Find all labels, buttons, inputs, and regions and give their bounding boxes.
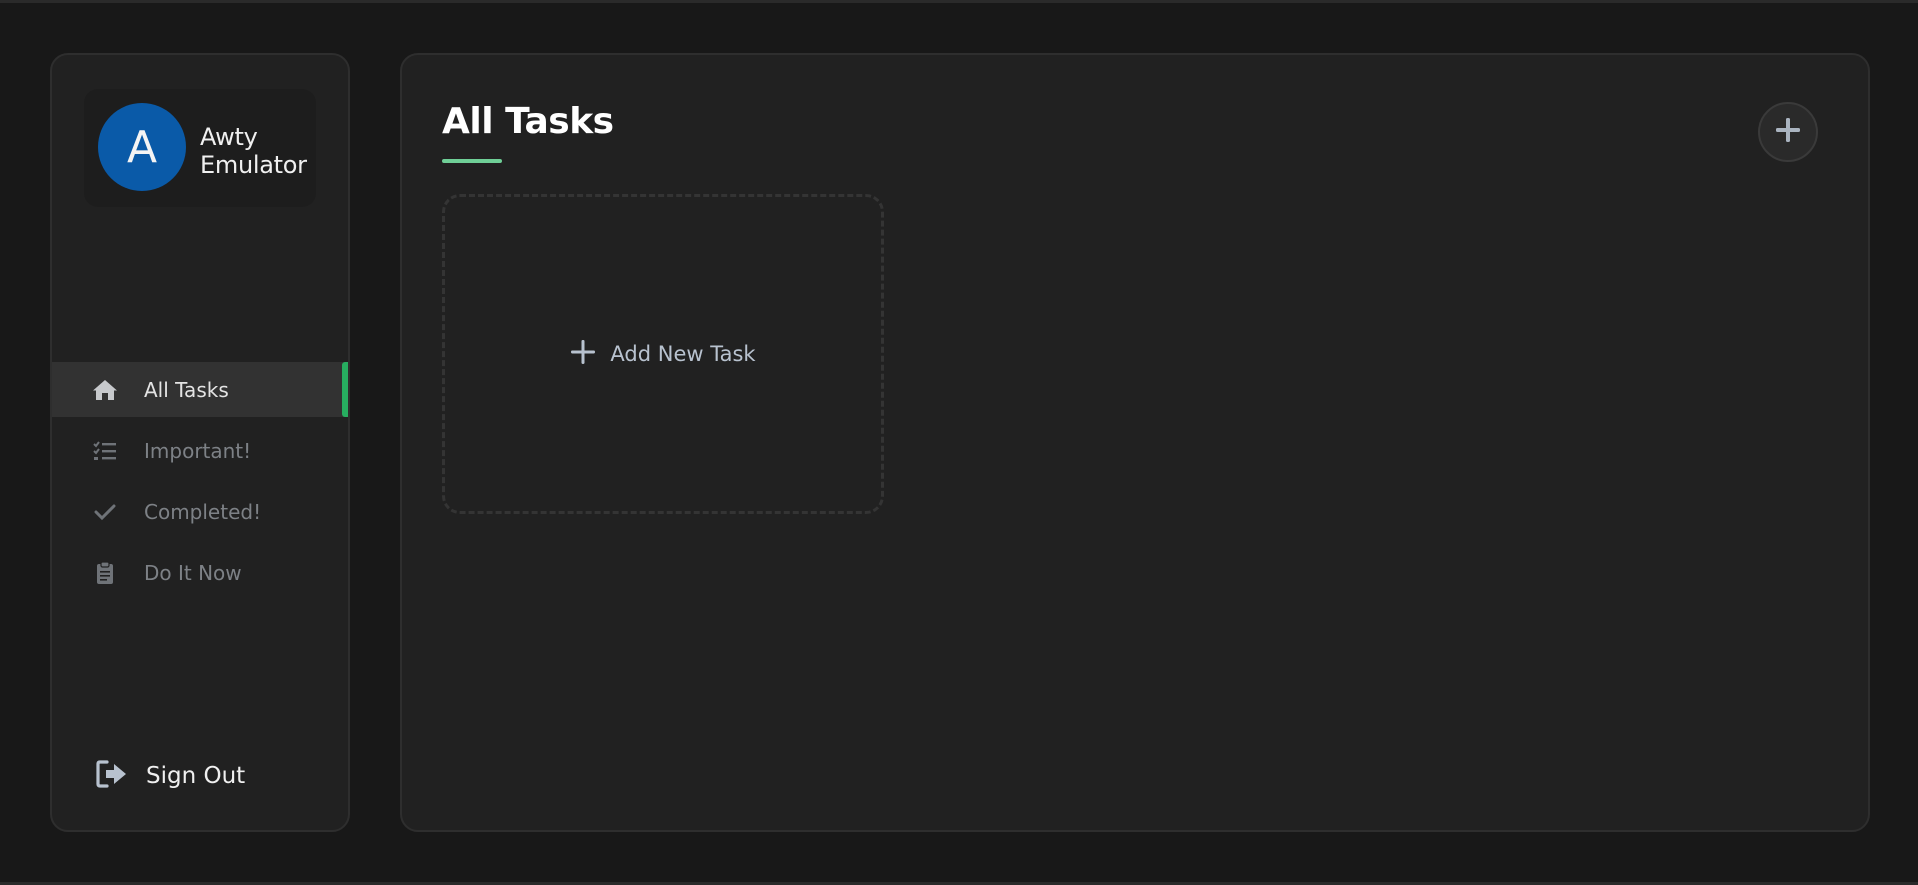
avatar: A (98, 103, 186, 191)
top-border (0, 0, 1918, 3)
sidebar-item-label: All Tasks (144, 377, 229, 402)
user-name-line1: Awty (200, 123, 258, 151)
add-new-task-label: Add New Task (610, 342, 756, 366)
add-new-task-card[interactable]: Add New Task (442, 194, 884, 514)
sidebar-item-label: Completed! (144, 499, 262, 524)
sidebar-item-label: Important! (144, 438, 252, 463)
sidebar-item-important[interactable]: Important! (52, 423, 348, 478)
plus-icon (570, 339, 596, 369)
plus-icon (1774, 116, 1802, 148)
title-underline (442, 159, 502, 163)
sign-out-label: Sign Out (146, 763, 246, 789)
sidebar-item-label: Do It Now (144, 560, 242, 585)
sidebar-item-completed[interactable]: Completed! (52, 484, 348, 539)
sidebar-item-do-it-now[interactable]: Do It Now (52, 545, 348, 600)
check-icon (92, 499, 118, 525)
sidebar: A Awty Emulator All Tasks Important! Com… (50, 53, 350, 832)
user-profile[interactable]: A Awty Emulator (84, 89, 316, 207)
add-task-button[interactable] (1758, 102, 1818, 162)
home-icon (92, 377, 118, 403)
sign-out-button[interactable]: Sign Out (96, 759, 245, 793)
sidebar-nav: All Tasks Important! Completed! Do It No… (52, 362, 348, 606)
checklist-icon (92, 438, 118, 464)
user-name-line2: Emulator (200, 151, 307, 179)
user-name: Awty Emulator (200, 123, 320, 179)
clipboard-icon (92, 560, 118, 586)
sidebar-item-all-tasks[interactable]: All Tasks (52, 362, 348, 417)
page-title: All Tasks (442, 101, 614, 142)
main-panel: All Tasks Add New Task (400, 53, 1870, 832)
sign-out-icon (96, 759, 128, 793)
